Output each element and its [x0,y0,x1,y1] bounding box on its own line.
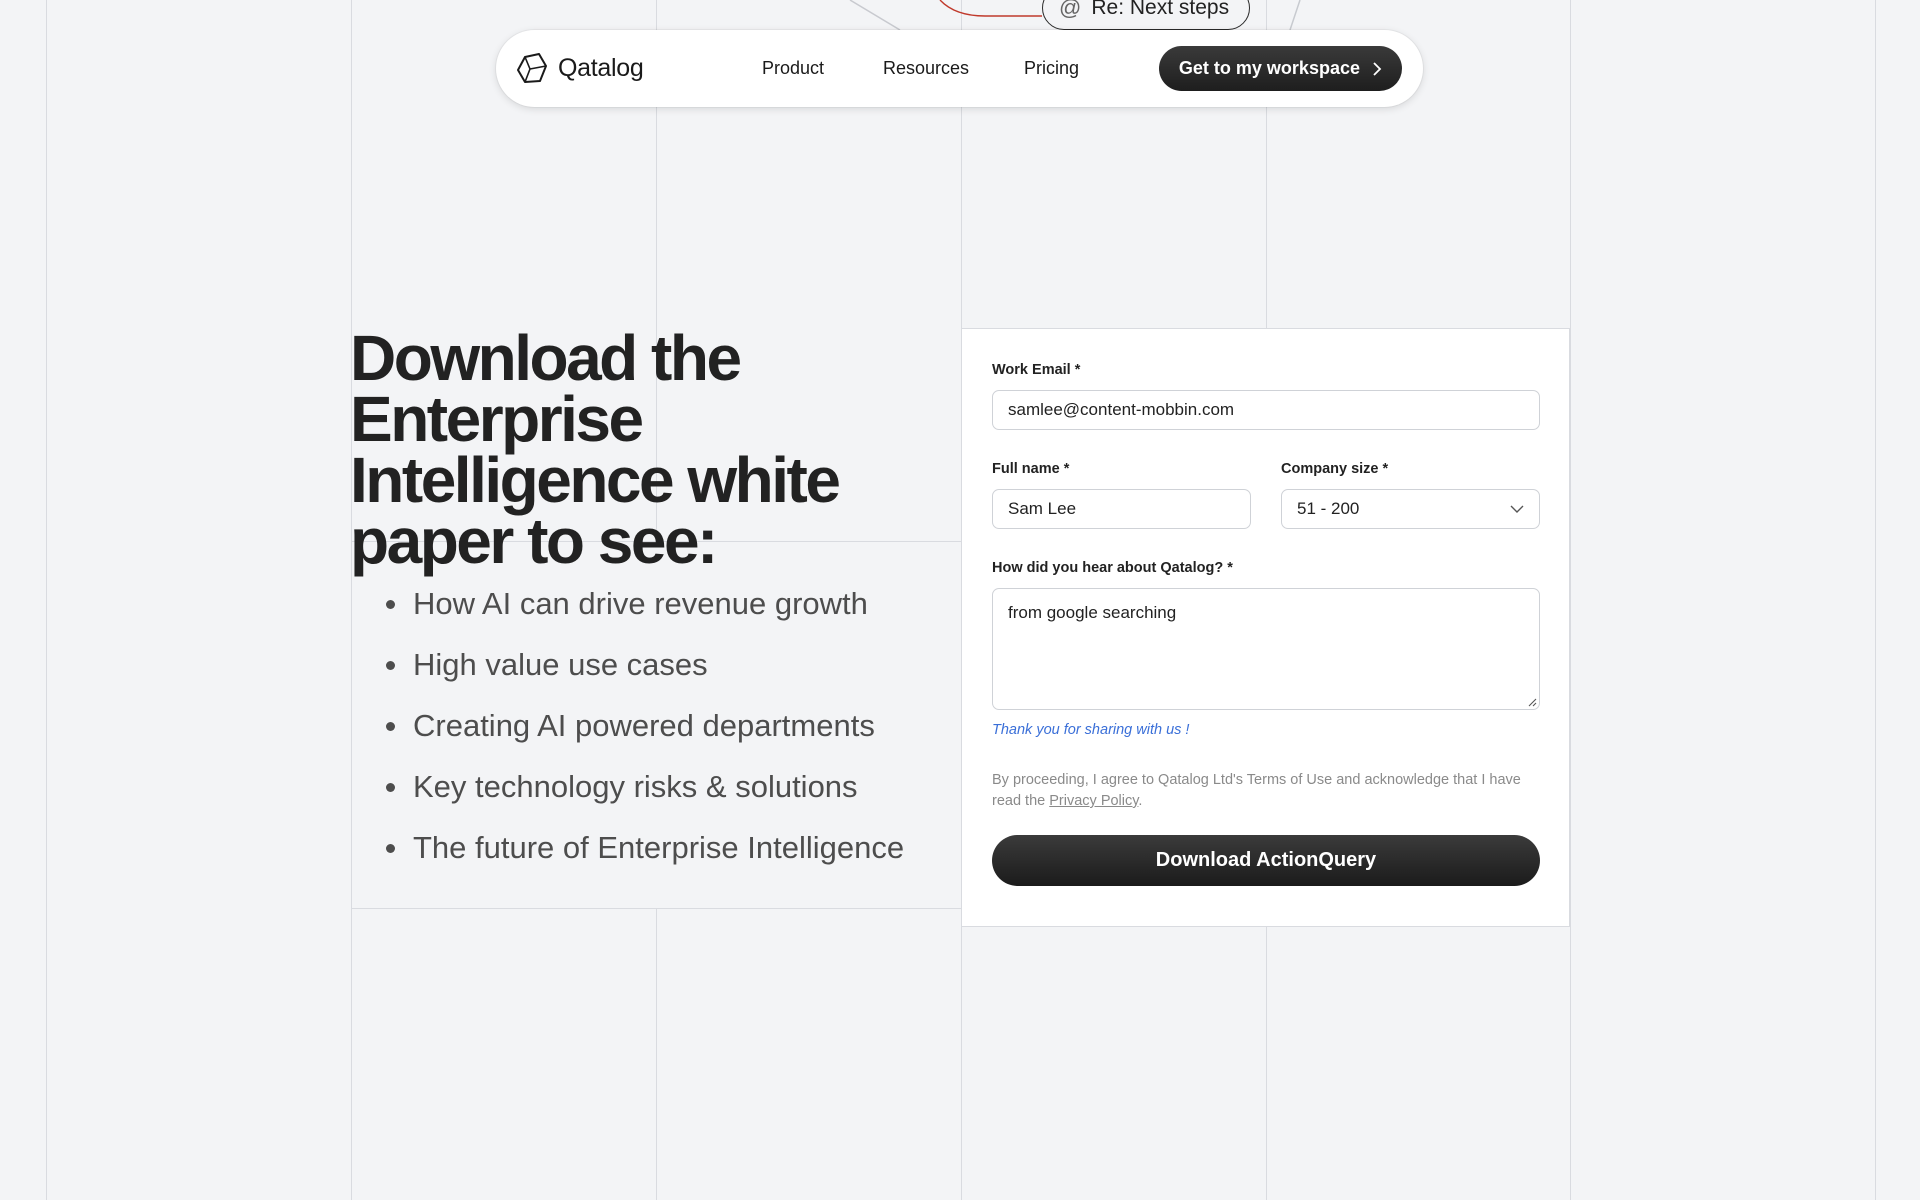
full-name-field[interactable]: Sam Lee [992,489,1251,529]
referral-label: How did you hear about Qatalog? * [992,560,1233,576]
full-name-label: Full name * [992,461,1070,477]
list-item: High value use cases [386,641,904,702]
grid-line [351,0,352,1200]
workspace-button-label: Get to my workspace [1178,58,1360,78]
privacy-policy-link[interactable]: Privacy Policy [1049,793,1138,809]
list-item: Key technology risks & solutions [386,763,904,824]
page-title: Download the Enterprise Intelligence whi… [350,322,841,577]
email-label: Work Email * [992,362,1081,378]
email-field[interactable]: samlee@content-mobbin.com [992,390,1540,430]
legal-text: By proceeding, I agree to Qatalog Ltd's … [992,770,1552,812]
download-button[interactable]: Download ActionQuery [992,835,1540,886]
grid-line [351,908,961,909]
company-size-select[interactable]: 51 - 200 [1281,489,1540,529]
brand-logo[interactable]: Qatalog [516,52,644,84]
email-chip: @ Re: Next steps [1042,0,1251,30]
full-name-value: Sam Lee [1008,499,1077,518]
email-chip-label: Re: Next steps [1091,0,1230,19]
nav-link-product[interactable]: Product [762,58,824,79]
list-item: The future of Enterprise Intelligence [386,824,904,885]
referral-textarea[interactable]: from google searching [992,588,1540,710]
thanks-note: Thank you for sharing with us ! [992,722,1190,738]
brand-name: Qatalog [558,53,644,82]
nav-link-pricing[interactable]: Pricing [1024,58,1079,79]
at-sign-icon: @ [1059,0,1082,20]
chevron-right-icon [1373,61,1382,76]
chevron-down-icon [1510,505,1524,513]
email-field-value: samlee@content-mobbin.com [1008,400,1235,419]
company-size-value: 51 - 200 [1297,499,1360,518]
resize-handle-icon[interactable] [1527,697,1537,707]
qatalog-logo-icon [517,53,547,83]
grid-line [1875,0,1876,1200]
grid-line [1266,927,1267,1200]
workspace-button[interactable]: Get to my workspace [1158,46,1402,91]
grid-line [656,908,657,1200]
navbar: Qatalog Product Resources Pricing Get to… [496,30,1423,107]
grid-line [1570,0,1571,1200]
download-form: Work Email * samlee@content-mobbin.com F… [961,328,1570,927]
legal-text-end: . [1138,793,1143,809]
download-button-label: Download ActionQuery [1155,849,1377,871]
grid-line [46,0,47,1200]
benefits-list: How AI can drive revenue growth High val… [386,580,904,885]
company-size-label: Company size * [1281,461,1389,477]
list-item: How AI can drive revenue growth [386,580,904,641]
nav-link-resources[interactable]: Resources [883,58,969,79]
list-item: Creating AI powered departments [386,702,904,763]
referral-value: from google searching [1008,603,1177,622]
